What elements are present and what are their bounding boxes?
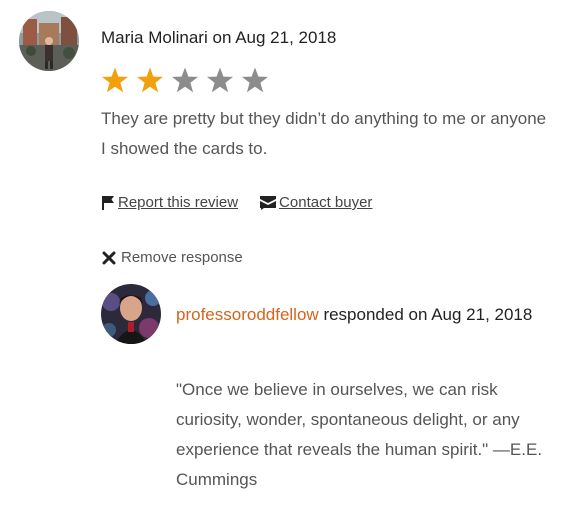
contact-buyer-label: Contact buyer [279,194,373,211]
review-actions: Report this review Contact buyer [102,194,372,211]
review-date: Aug 21, 2018 [235,28,337,47]
star-filled-icon [102,67,128,93]
report-review-label: Report this review [118,194,239,211]
star-rating [101,66,276,96]
response-text: "Once we believe in ourselves, we can ri… [176,380,543,489]
star-empty-icon [242,67,268,93]
review-text: They are pretty but they didn’t do anyth… [101,109,547,158]
responded-text: responded on Aug 21, 2018 [323,305,533,324]
reviewer-name[interactable]: Maria Molinari [101,28,208,47]
remove-response-button[interactable]: Remove response [102,249,243,266]
on-word: on [212,28,232,47]
star-filled-icon [137,67,163,93]
close-icon [102,251,116,264]
reviewer-avatar[interactable] [19,11,79,71]
remove-response-label: Remove response [121,249,243,266]
flag-icon [102,195,114,210]
seller-avatar[interactable] [101,284,161,344]
response-header: professoroddfellow responded on Aug 21, … [176,300,546,330]
shop-name-link[interactable]: professoroddfellow [176,305,319,324]
message-icon [260,195,277,210]
star-empty-icon [172,67,198,93]
review-header: Maria Molinari on Aug 21, 2018 [101,28,336,48]
star-empty-icon [207,67,233,93]
report-review-link[interactable]: Report this review [102,194,238,211]
contact-buyer-link[interactable]: Contact buyer [260,194,372,211]
